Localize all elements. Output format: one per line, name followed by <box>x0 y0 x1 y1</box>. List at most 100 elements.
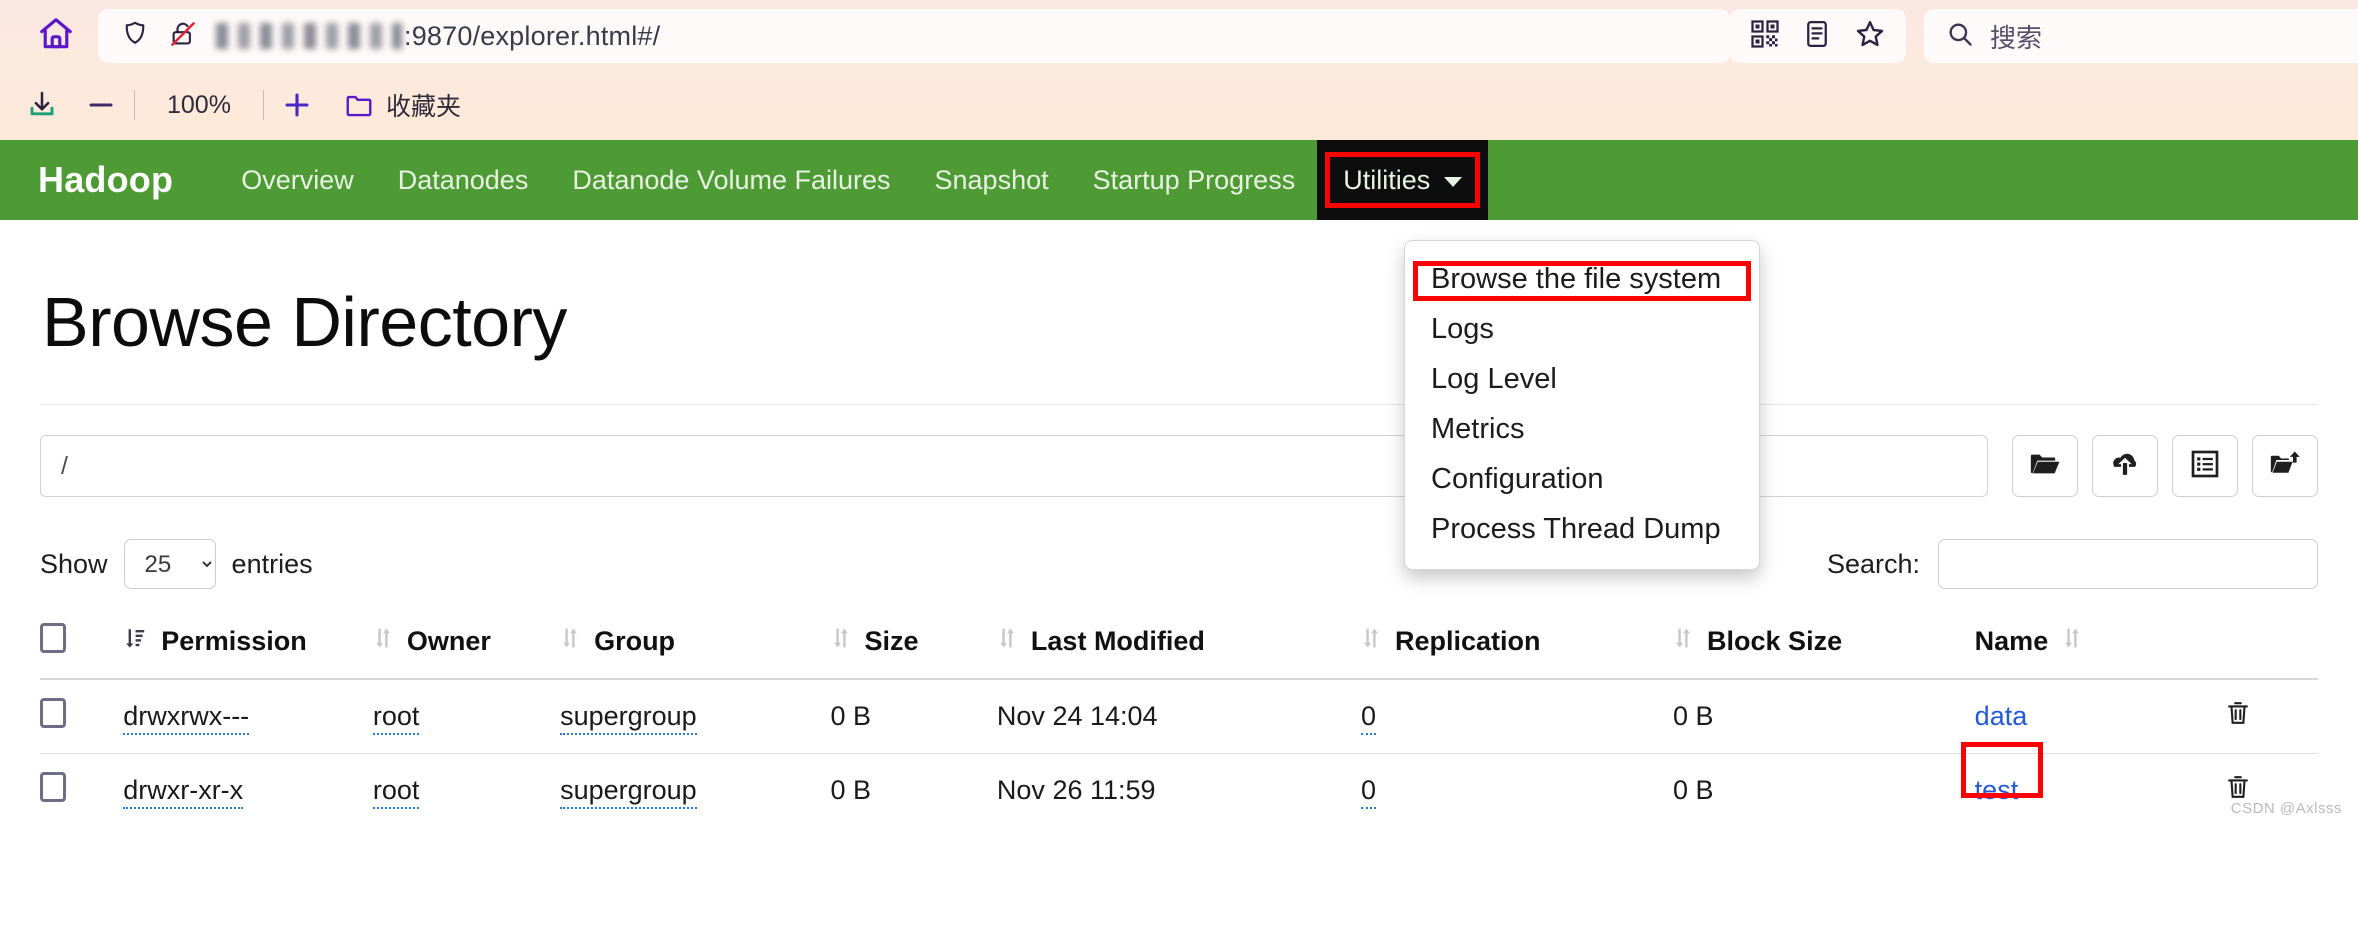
shield-icon[interactable] <box>120 19 150 54</box>
browser-search-box[interactable]: 搜索 <box>1924 9 2358 63</box>
zoom-in-button[interactable] <box>280 88 314 122</box>
cell-group[interactable]: supergroup <box>560 754 830 828</box>
column-header-name-label: Name <box>1975 626 2049 657</box>
show-entries-control: Show 25 50 100 entries <box>40 539 313 589</box>
sort-icon[interactable] <box>997 625 1017 658</box>
trash-icon[interactable] <box>2224 704 2252 734</box>
home-button[interactable] <box>28 8 84 64</box>
sort-icon[interactable] <box>1361 625 1381 658</box>
browser-chrome: :9870/explorer.html#/ <box>0 0 2358 140</box>
cell-replication[interactable]: 0 <box>1361 679 1673 754</box>
reader-view-icon[interactable] <box>1802 19 1832 54</box>
owner-value[interactable]: root <box>373 701 420 735</box>
menu-item-browse-the-file-system[interactable]: Browse the file system <box>1405 255 1759 305</box>
sort-icon[interactable] <box>373 625 393 658</box>
table-controls: Show 25 50 100 entries Search: <box>40 539 2318 589</box>
address-bar-url[interactable]: :9870/explorer.html#/ <box>216 21 660 52</box>
home-icon <box>37 15 75 58</box>
permission-value[interactable]: drwxr-xr-x <box>123 775 243 809</box>
cell-name[interactable]: data <box>1975 679 2225 754</box>
browser-toolbar-row: :9870/explorer.html#/ <box>0 0 2358 72</box>
cell-replication[interactable]: 0 <box>1361 754 1673 828</box>
replication-value[interactable]: 0 <box>1361 775 1376 809</box>
column-header-replication-label: Replication <box>1395 626 1541 657</box>
brand-hadoop[interactable]: Hadoop <box>10 140 201 220</box>
menu-item-metrics[interactable]: Metrics <box>1405 405 1759 455</box>
sort-amount-down-icon[interactable] <box>123 625 147 658</box>
menu-item-log-level[interactable]: Log Level <box>1405 355 1759 405</box>
open-folder-button[interactable] <box>2012 435 2078 497</box>
zoom-out-button[interactable] <box>84 88 118 122</box>
folder-move-icon <box>2268 447 2302 486</box>
column-header-delete <box>2224 613 2318 679</box>
row-select-cell[interactable] <box>40 754 123 828</box>
cell-last-modified: Nov 24 14:04 <box>997 679 1361 754</box>
cut-paste-button[interactable] <box>2252 435 2318 497</box>
cell-permission[interactable]: drwxrwx--- <box>123 679 373 754</box>
snapshot-list-button[interactable] <box>2172 435 2238 497</box>
column-header-group[interactable]: Group <box>560 613 830 679</box>
column-header-name[interactable]: Name <box>1975 613 2225 679</box>
entries-select[interactable]: 25 50 100 <box>124 539 216 589</box>
column-header-size-label: Size <box>865 626 919 657</box>
nav-item-startup-progress[interactable]: Startup Progress <box>1071 140 1318 220</box>
sort-icon[interactable] <box>1673 625 1693 658</box>
row-checkbox[interactable] <box>40 698 66 728</box>
cell-name[interactable]: test <box>1975 754 2225 828</box>
cell-group[interactable]: supergroup <box>560 679 830 754</box>
replication-value[interactable]: 0 <box>1361 701 1376 735</box>
address-bar[interactable]: :9870/explorer.html#/ <box>98 9 1730 63</box>
bookmarks-label[interactable]: 收藏夹 <box>386 87 461 123</box>
main-content: Browse Directory <box>0 282 2358 827</box>
search-label: Search: <box>1827 549 1920 580</box>
select-all-header[interactable] <box>40 613 123 679</box>
zoom-level-label[interactable]: 100% <box>151 91 247 120</box>
folder-icon[interactable] <box>344 90 374 120</box>
owner-value[interactable]: root <box>373 775 420 809</box>
search-input[interactable] <box>1938 539 2318 589</box>
select-all-checkbox[interactable] <box>40 623 66 653</box>
group-value[interactable]: supergroup <box>560 701 697 735</box>
cell-size: 0 B <box>831 754 997 828</box>
cell-owner[interactable]: root <box>373 754 560 828</box>
menu-item-configuration[interactable]: Configuration <box>1405 455 1759 505</box>
permission-value[interactable]: drwxrwx--- <box>123 701 249 735</box>
group-value[interactable]: supergroup <box>560 775 697 809</box>
column-header-owner[interactable]: Owner <box>373 613 560 679</box>
menu-item-logs[interactable]: Logs <box>1405 305 1759 355</box>
table-header: Permission Owner <box>40 613 2318 679</box>
menu-item-label: Browse the file system <box>1431 263 1721 295</box>
cell-delete[interactable] <box>2224 679 2318 754</box>
menu-item-process-thread-dump[interactable]: Process Thread Dump <box>1405 505 1759 555</box>
star-icon[interactable] <box>1854 18 1886 55</box>
download-icon[interactable] <box>26 89 58 121</box>
nav-item-datanodes[interactable]: Datanodes <box>376 140 551 220</box>
broken-lock-icon[interactable] <box>168 19 198 54</box>
nav-item-snapshot[interactable]: Snapshot <box>913 140 1071 220</box>
name-link[interactable]: test <box>1975 775 2019 805</box>
path-toolbar-buttons <box>2012 435 2318 497</box>
hadoop-navbar: Hadoop Overview Datanodes Datanode Volum… <box>0 140 2358 220</box>
column-header-block-size[interactable]: Block Size <box>1673 613 1975 679</box>
cell-permission[interactable]: drwxr-xr-x <box>123 754 373 828</box>
nav-item-overview[interactable]: Overview <box>219 140 376 220</box>
redacted-host <box>216 23 402 49</box>
directory-table: Permission Owner <box>40 613 2318 827</box>
column-header-permission[interactable]: Permission <box>123 613 373 679</box>
sort-icon[interactable] <box>831 625 851 658</box>
upload-button[interactable] <box>2092 435 2158 497</box>
folder-open-icon <box>2028 447 2062 486</box>
qrcode-icon[interactable] <box>1750 19 1780 54</box>
sort-icon[interactable] <box>560 625 580 658</box>
column-header-replication[interactable]: Replication <box>1361 613 1673 679</box>
nav-item-datanode-volume-failures[interactable]: Datanode Volume Failures <box>550 140 912 220</box>
sort-icon[interactable] <box>2062 625 2082 658</box>
column-header-last-modified[interactable]: Last Modified <box>997 613 1361 679</box>
nav-item-utilities[interactable]: Utilities <box>1317 140 1488 220</box>
name-link[interactable]: data <box>1975 701 2028 731</box>
column-header-size[interactable]: Size <box>831 613 997 679</box>
cell-owner[interactable]: root <box>373 679 560 754</box>
cell-block-size: 0 B <box>1673 679 1975 754</box>
row-checkbox[interactable] <box>40 772 66 802</box>
row-select-cell[interactable] <box>40 679 123 754</box>
